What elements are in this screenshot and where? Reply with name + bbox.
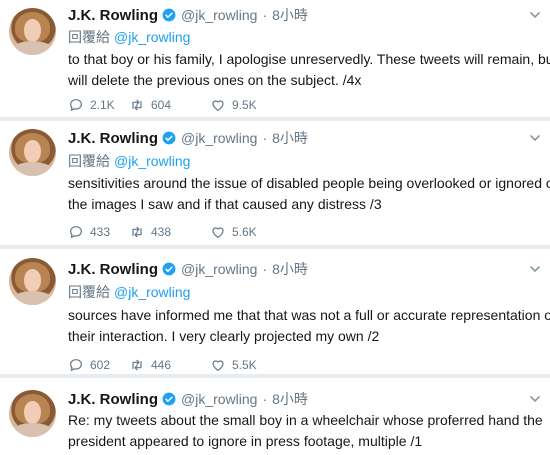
tweet-timestamp[interactable]: 8小時 <box>272 128 308 148</box>
tweet-timestamp[interactable]: 8小時 <box>272 5 308 25</box>
tweet-timestamp[interactable]: 8小時 <box>272 389 308 409</box>
chevron-down-icon[interactable] <box>529 9 541 21</box>
heart-icon <box>212 227 224 238</box>
retweet-count: 438 <box>151 225 172 239</box>
reply-count: 2.1K <box>90 98 115 112</box>
replying-to: 回覆給 @jk_rowling <box>68 27 190 45</box>
reply-count: 602 <box>90 358 111 372</box>
heart-icon <box>212 100 224 111</box>
replying-to: 回覆給 @jk_rowling <box>68 151 190 169</box>
reply-count: 433 <box>90 225 111 239</box>
replying-to-label: 回覆給 <box>68 284 110 300</box>
tweet-header: J.K. Rowling @jk_rowling · 8小時 <box>68 6 308 24</box>
retweet-icon <box>132 359 142 371</box>
replying-to-label: 回覆給 <box>68 153 110 169</box>
reply-icon <box>70 99 82 111</box>
author-name[interactable]: J.K. Rowling <box>68 130 158 147</box>
retweet-button[interactable]: 446 <box>129 357 210 373</box>
reply-button[interactable]: 433 <box>68 224 129 240</box>
separator-dot: · <box>262 391 268 407</box>
retweet-button[interactable]: 438 <box>129 224 210 240</box>
retweet-icon <box>132 226 142 238</box>
reply-button[interactable]: 602 <box>68 357 129 373</box>
verified-badge-icon <box>162 8 176 22</box>
like-count: 5.5K <box>232 358 257 372</box>
tweet-feed: J.K. Rowling @jk_rowling · 8小時 回覆給 @jk_ro… <box>0 0 550 455</box>
retweet-icon <box>132 99 142 111</box>
tweet[interactable]: J.K. Rowling @jk_rowling · 8小時 回覆給 @jk_ro… <box>0 0 550 121</box>
tweet-actions: 2.1K 604 9.5K <box>68 96 280 114</box>
retweet-count: 446 <box>151 358 172 372</box>
tweet-timestamp[interactable]: 8小時 <box>272 259 308 279</box>
verified-badge-icon <box>162 262 176 276</box>
author-handle[interactable]: @jk_rowling <box>181 7 257 23</box>
chevron-down-icon[interactable] <box>529 132 541 144</box>
replying-to: 回覆給 @jk_rowling <box>68 282 190 300</box>
tweet[interactable]: J.K. Rowling @jk_rowling · 8小時 回覆給 @jk_ro… <box>0 249 550 378</box>
separator-dot: · <box>262 7 268 23</box>
replying-to-handle[interactable]: @jk_rowling <box>114 153 190 169</box>
tweet-text-line: to that boy or his family, I apologise u… <box>68 51 550 67</box>
reply-icon <box>70 226 82 238</box>
like-button[interactable]: 5.5K <box>210 357 280 373</box>
tweet-text: sensitivities around the issue of disabl… <box>68 173 550 215</box>
tweet-actions: 433 438 5.6K <box>68 223 280 241</box>
tweet-text-line: Re: my tweets about the small boy in a w… <box>68 412 543 428</box>
retweet-count: 604 <box>151 98 172 112</box>
like-button[interactable]: 9.5K <box>210 97 280 113</box>
tweet-text-line: sources have informed me that that was n… <box>68 307 550 323</box>
tweet[interactable]: J.K. Rowling @jk_rowling · 8小時 回覆給 @jk_ro… <box>0 121 550 249</box>
chevron-down-icon[interactable] <box>529 263 541 275</box>
tweet-text-line: president appeared to ignore in press fo… <box>68 433 423 449</box>
chevron-down-icon[interactable] <box>529 393 541 405</box>
author-name[interactable]: J.K. Rowling <box>68 391 158 408</box>
retweet-button[interactable]: 604 <box>129 97 210 113</box>
tweet-header: J.K. Rowling @jk_rowling · 8小時 <box>68 129 308 147</box>
avatar[interactable] <box>9 8 56 55</box>
tweet-text: sources have informed me that that was n… <box>68 305 550 347</box>
author-handle[interactable]: @jk_rowling <box>181 391 257 407</box>
author-name[interactable]: J.K. Rowling <box>68 261 158 278</box>
tweet-text: Re: my tweets about the small boy in a w… <box>68 410 543 452</box>
tweet-header: J.K. Rowling @jk_rowling · 8小時 <box>68 260 308 278</box>
avatar[interactable] <box>9 129 56 176</box>
replying-to-handle[interactable]: @jk_rowling <box>114 284 190 300</box>
tweet-actions: 602 446 5.5K <box>68 356 280 374</box>
tweet-text-line: their interaction. I very clearly projec… <box>68 328 380 344</box>
verified-badge-icon <box>162 131 176 145</box>
tweet[interactable]: J.K. Rowling @jk_rowling · 8小時 Re: my tw… <box>0 378 550 455</box>
separator-dot: · <box>262 130 268 146</box>
tweet-text-line: will delete the previous ones on the sub… <box>68 72 362 88</box>
replying-to-label: 回覆給 <box>68 29 110 45</box>
tweet-text-line: sensitivities around the issue of disabl… <box>68 175 550 191</box>
author-name[interactable]: J.K. Rowling <box>68 7 158 24</box>
heart-icon <box>212 360 224 371</box>
like-count: 5.6K <box>232 225 257 239</box>
author-handle[interactable]: @jk_rowling <box>181 261 257 277</box>
tweet-header: J.K. Rowling @jk_rowling · 8小時 <box>68 390 308 408</box>
like-count: 9.5K <box>232 98 257 112</box>
author-handle[interactable]: @jk_rowling <box>181 130 257 146</box>
reply-icon <box>70 359 82 371</box>
like-button[interactable]: 5.6K <box>210 224 280 240</box>
avatar[interactable] <box>9 390 56 437</box>
reply-button[interactable]: 2.1K <box>68 97 129 113</box>
separator-dot: · <box>262 261 268 277</box>
verified-badge-icon <box>162 392 176 406</box>
avatar[interactable] <box>9 258 56 305</box>
tweet-text: to that boy or his family, I apologise u… <box>68 49 550 91</box>
replying-to-handle[interactable]: @jk_rowling <box>114 29 190 45</box>
tweet-text-line: the images I saw and if that caused any … <box>68 196 382 212</box>
